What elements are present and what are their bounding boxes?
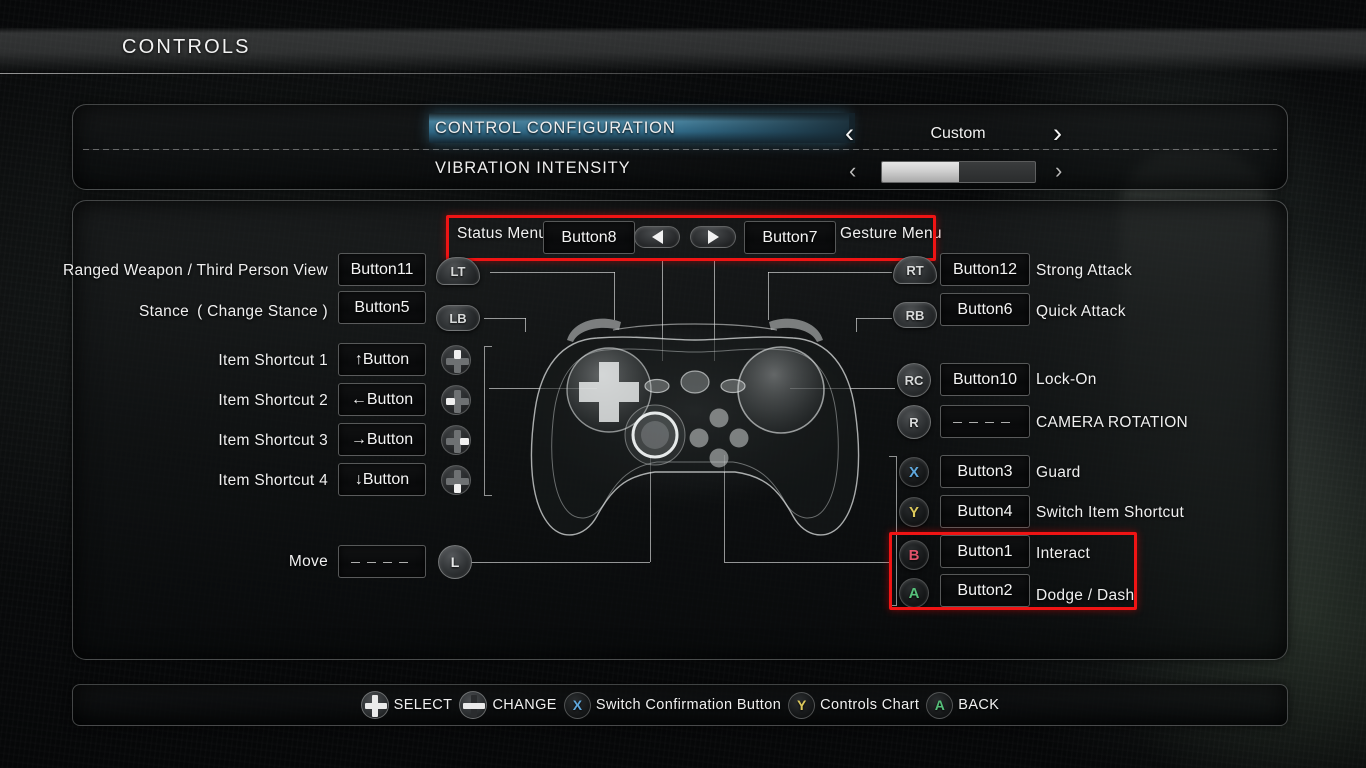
config-prev-arrow[interactable]: ‹ (845, 120, 854, 147)
vibration-intensity-label: VIBRATION INTENSITY (435, 159, 631, 177)
dpad-leftright-icon (459, 691, 488, 719)
footer-label-controls-chart: Controls Chart (820, 697, 920, 713)
binding-label-switch-item-shortcut: Switch Item Shortcut (1036, 504, 1185, 521)
status-menu-value[interactable]: Button8 (543, 221, 635, 254)
binding-label-item-shortcut-2: Item Shortcut 2 (218, 392, 328, 409)
binding-value-move[interactable] (338, 545, 426, 578)
footer-label-switch-confirmation: Switch Confirmation Button (595, 697, 782, 713)
a-button-icon: A (926, 691, 954, 719)
connector-line (768, 272, 892, 273)
arrow-left-icon[interactable] (634, 226, 680, 248)
controller-diagram (530, 318, 860, 536)
dpad-right-icon (441, 425, 471, 455)
rb-badge: RB (893, 302, 937, 328)
config-next-arrow[interactable]: › (1053, 120, 1062, 147)
footer-hint-change[interactable]: CHANGE (459, 691, 556, 719)
footer-hint-controls-chart[interactable]: Y Controls Chart (788, 691, 920, 719)
binding-value-strong-attack[interactable]: Button12 (940, 253, 1030, 286)
vibration-intensity-row[interactable]: VIBRATION INTENSITY ‹ › (73, 149, 1287, 189)
b-button-badge: B (899, 540, 929, 570)
r-stick-badge: R (897, 405, 931, 439)
footer-hint-switch-confirmation[interactable]: X Switch Confirmation Button (563, 691, 782, 719)
binding-label-lock-on: Lock-On (1036, 371, 1097, 388)
binding-label-strong-attack: Strong Attack (1036, 262, 1133, 279)
binding-label-item-shortcut-4: Item Shortcut 4 (218, 472, 328, 489)
item-shortcut-bracket (484, 346, 492, 496)
vibration-decrease-arrow[interactable]: ‹ (849, 160, 856, 182)
binding-label-guard: Guard (1036, 464, 1081, 481)
vibration-intensity-slider[interactable] (881, 161, 1036, 183)
controls-screen: CONTROLS CONTROL CONFIGURATION ‹ Custom … (0, 0, 1366, 768)
vibration-slider-fill (882, 162, 959, 182)
footer-label-back: BACK (958, 697, 1000, 713)
binding-value-camera-rotation[interactable] (940, 405, 1030, 438)
binding-value-interact[interactable]: Button1 (940, 535, 1030, 568)
binding-label-camera-rotation: CAMERA ROTATION (1036, 414, 1189, 431)
control-configuration-label: CONTROL CONFIGURATION (435, 119, 676, 137)
footer-hint-back[interactable]: A BACK (926, 691, 1000, 719)
footer-hint-bar: SELECT CHANGE X Switch Confirmation Butt… (72, 684, 1288, 726)
binding-label-move: Move (288, 553, 328, 570)
binding-value-lock-on[interactable]: Button10 (940, 363, 1030, 396)
binding-value-stance[interactable]: Button5 (338, 291, 426, 324)
configuration-panel: CONTROL CONFIGURATION ‹ Custom › VIBRATI… (72, 104, 1288, 190)
lt-badge: LT (436, 257, 480, 285)
x-button-badge: X (899, 457, 929, 487)
page-title: CONTROLS (122, 36, 251, 58)
binding-value-dodge-dash[interactable]: Button2 (940, 574, 1030, 607)
binding-value-item-shortcut-1[interactable]: ↑Button (338, 343, 426, 376)
y-button-icon: Y (788, 691, 816, 719)
binding-value-ranged-weapon[interactable]: Button11 (338, 253, 426, 286)
binding-label-dodge-dash: Dodge / Dash (1036, 587, 1135, 604)
x-button-icon: X (563, 691, 591, 719)
status-menu-label: Status Menu (457, 225, 548, 242)
y-button-badge: Y (899, 497, 929, 527)
binding-label-item-shortcut-1: Item Shortcut 1 (218, 352, 328, 369)
binding-label-item-shortcut-3: Item Shortcut 3 (218, 432, 328, 449)
footer-hint-select[interactable]: SELECT (360, 691, 453, 719)
lb-badge: LB (436, 305, 480, 331)
binding-value-item-shortcut-3[interactable]: →Button (338, 423, 426, 456)
face-button-bracket (889, 456, 897, 606)
binding-value-item-shortcut-2[interactable]: ←Button (338, 383, 426, 416)
arrow-right-icon[interactable] (690, 226, 736, 248)
control-configuration-value: Custom (930, 125, 986, 142)
footer-label-select: SELECT (393, 697, 453, 713)
dpad-up-icon (441, 345, 471, 375)
binding-value-guard[interactable]: Button3 (940, 455, 1030, 488)
rc-badge: RC (897, 363, 931, 397)
gesture-menu-value[interactable]: Button7 (744, 221, 836, 254)
binding-label-stance: Stance ( Change Stance ) (139, 303, 328, 320)
left-stick-badge: L (438, 545, 472, 579)
binding-label-quick-attack: Quick Attack (1036, 303, 1126, 320)
binding-label-interact: Interact (1036, 545, 1091, 562)
connector-line (490, 272, 615, 273)
binding-value-quick-attack[interactable]: Button6 (940, 293, 1030, 326)
dpad-down-icon (441, 465, 471, 495)
dpad-updown-icon (360, 691, 389, 719)
footer-label-change: CHANGE (492, 697, 557, 713)
binding-label-ranged-weapon: Ranged Weapon / Third Person View (63, 262, 328, 279)
rt-badge: RT (893, 256, 937, 284)
dpad-left-icon (441, 385, 471, 415)
binding-value-item-shortcut-4[interactable]: ↓Button (338, 463, 426, 496)
binding-value-switch-item-shortcut[interactable]: Button4 (940, 495, 1030, 528)
a-button-badge: A (899, 578, 929, 608)
vibration-increase-arrow[interactable]: › (1055, 160, 1062, 182)
gesture-menu-label: Gesture Menu (840, 225, 942, 242)
control-configuration-row[interactable]: CONTROL CONFIGURATION ‹ Custom › (73, 109, 1287, 149)
